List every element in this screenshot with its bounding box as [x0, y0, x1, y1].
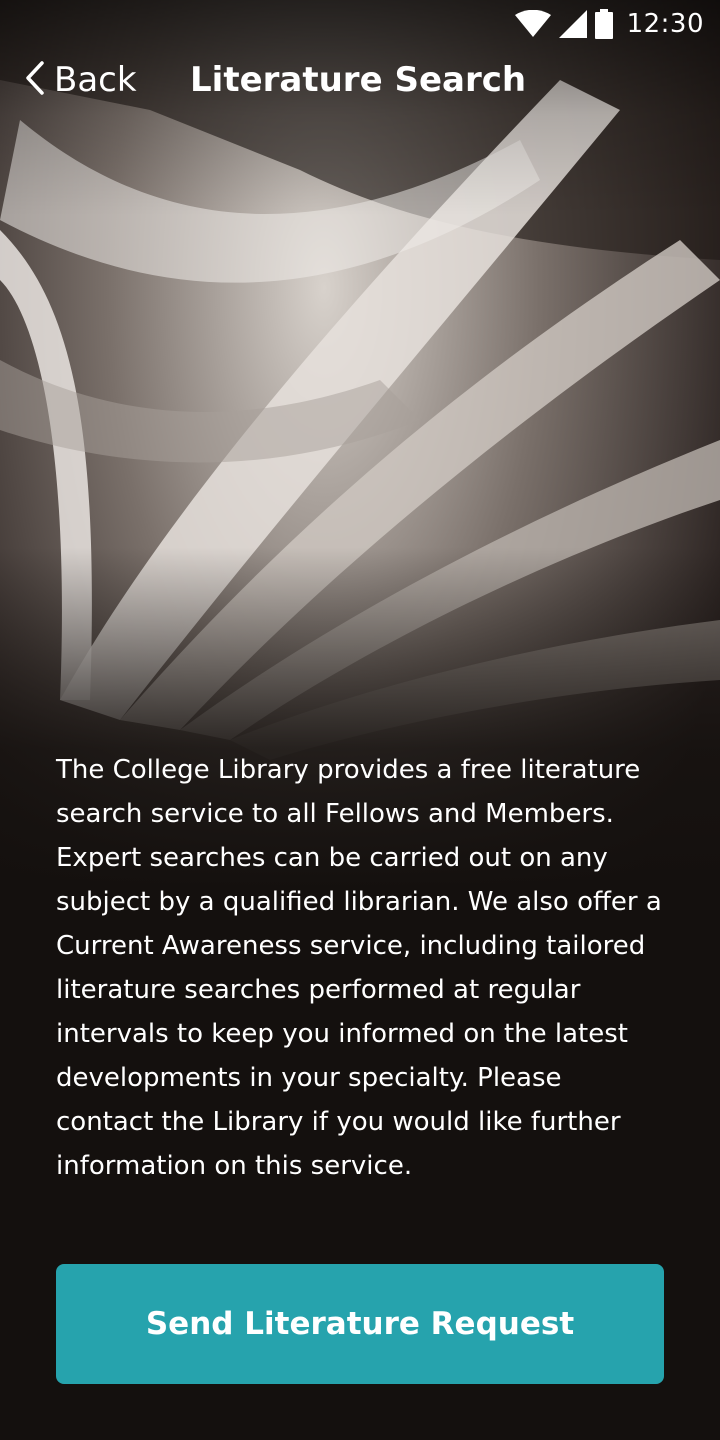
- send-literature-request-button[interactable]: Send Literature Request: [56, 1264, 664, 1384]
- background-photo: [0, 0, 720, 1440]
- chevron-left-icon: [24, 60, 46, 100]
- page-title: Literature Search: [190, 60, 527, 100]
- back-label: Back: [54, 60, 137, 100]
- back-button[interactable]: Back: [24, 58, 137, 102]
- status-icons: 12:30: [514, 6, 704, 42]
- battery-icon: [594, 9, 613, 39]
- status-bar: 12:30: [0, 0, 720, 48]
- navigation-bar: Back Literature Search: [0, 52, 720, 108]
- cellular-signal-icon: [558, 10, 587, 38]
- status-time: 12:30: [626, 9, 704, 39]
- wifi-icon: [514, 10, 551, 38]
- service-description: The College Library provides a free lite…: [56, 755, 662, 1181]
